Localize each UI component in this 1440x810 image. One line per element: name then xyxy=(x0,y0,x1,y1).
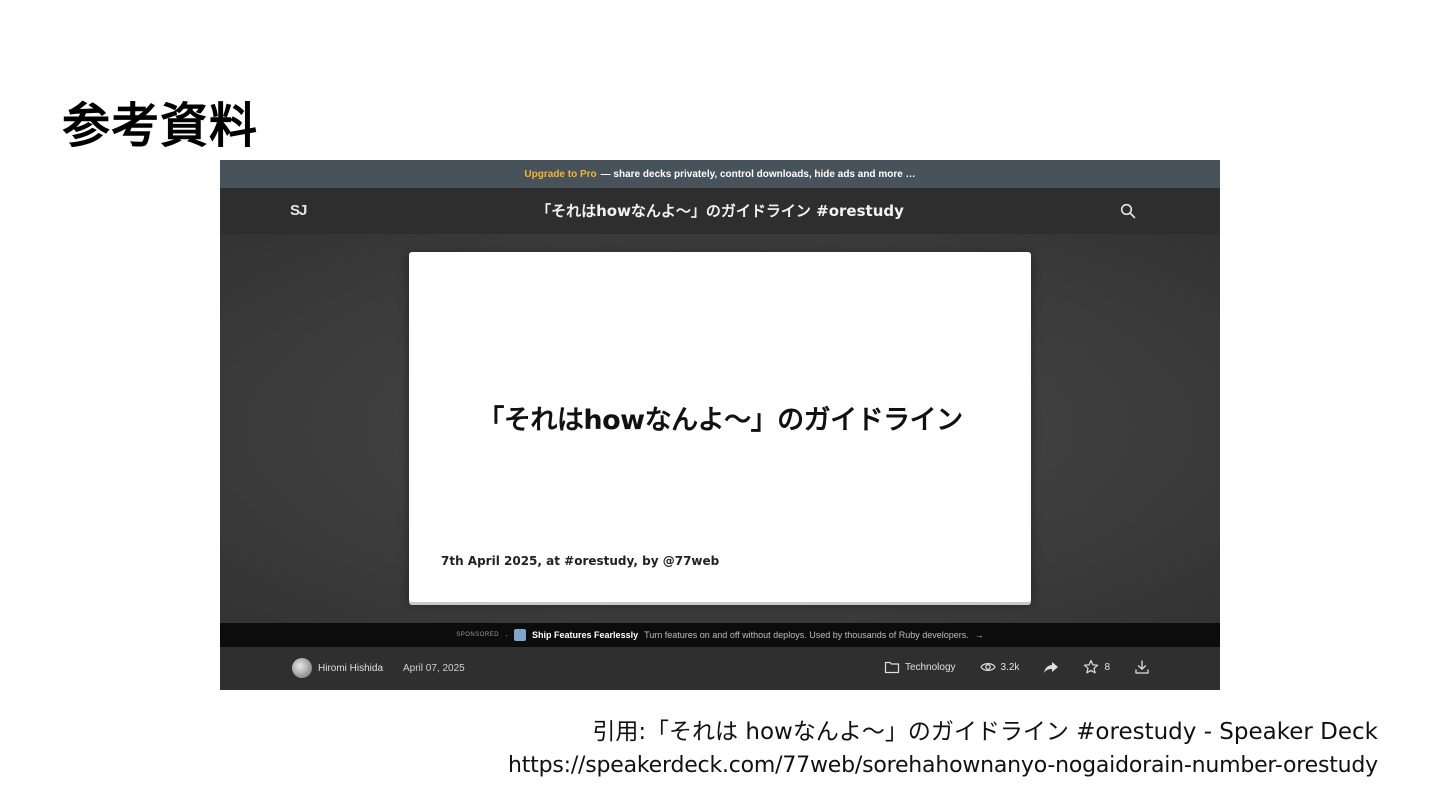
slide-stage: 「それはhowなんよ〜」のガイドライン 7th April 2025, at #… xyxy=(220,234,1220,623)
citation-source: 引用:「それは howなんよ〜」のガイドライン #orestudy - Spea… xyxy=(592,719,1378,745)
folder-icon xyxy=(884,661,900,674)
upgrade-promo-bar[interactable]: Upgrade to Pro — share decks privately, … xyxy=(220,160,1220,188)
upgrade-to-pro-link[interactable]: Upgrade to Pro xyxy=(524,169,596,180)
category-label: Technology xyxy=(904,661,956,673)
sponsor-logo-icon xyxy=(514,629,527,641)
sponsor-separator: · xyxy=(505,630,509,640)
slide-title: 「それはhowなんよ〜」のガイドライン xyxy=(477,405,963,436)
download-icon[interactable] xyxy=(1134,659,1150,675)
deck-title: 「それはhowなんよ〜」のガイドライン #orestudy xyxy=(536,202,904,220)
star-button[interactable]: 8 xyxy=(1083,659,1110,675)
sponsor-description: Turn features on and off without deploys… xyxy=(644,630,969,640)
promo-text: — share decks privately, control downloa… xyxy=(600,168,916,180)
deck-meta-bar: Hiromi Hishida April 07, 2025 Technology… xyxy=(220,647,1220,690)
sponsor-bar[interactable]: SPONSORED · Ship Features Fearlessly Tur… xyxy=(220,623,1220,647)
sponsored-label: SPONSORED xyxy=(456,632,500,638)
deck-header: SJ 「それはhowなんよ〜」のガイドライン #orestudy xyxy=(220,188,1220,234)
stars-count: 8 xyxy=(1104,661,1110,673)
slide[interactable]: 「それはhowなんよ〜」のガイドライン 7th April 2025, at #… xyxy=(409,252,1031,602)
publish-date: April 07, 2025 xyxy=(403,663,465,674)
star-icon xyxy=(1084,659,1099,674)
citation-url[interactable]: https://speakerdeck.com/77web/sorehahown… xyxy=(508,749,1378,782)
share-icon[interactable] xyxy=(1043,659,1059,675)
eye-icon xyxy=(979,663,996,671)
meta-actions: Technology 3.2k 8 xyxy=(884,659,1150,675)
avatar[interactable] xyxy=(292,658,312,678)
arrow-right-icon[interactable]: → xyxy=(975,630,984,640)
search-icon[interactable] xyxy=(1120,203,1136,219)
speakerdeck-screenshot: Upgrade to Pro — share decks privately, … xyxy=(220,160,1220,690)
views-value: 3.2k xyxy=(1000,661,1020,673)
slide-footer: 7th April 2025, at #orestudy, by @77web xyxy=(441,554,720,568)
sponsor-name[interactable]: Ship Features Fearlessly xyxy=(532,630,638,640)
citation: 引用:「それは howなんよ〜」のガイドライン #orestudy - Spea… xyxy=(508,716,1378,782)
views-count: 3.2k xyxy=(979,659,1020,675)
author-name[interactable]: Hiromi Hishida xyxy=(318,663,383,674)
page-title: 参考資料 xyxy=(62,98,259,154)
category-link[interactable]: Technology xyxy=(884,659,956,675)
